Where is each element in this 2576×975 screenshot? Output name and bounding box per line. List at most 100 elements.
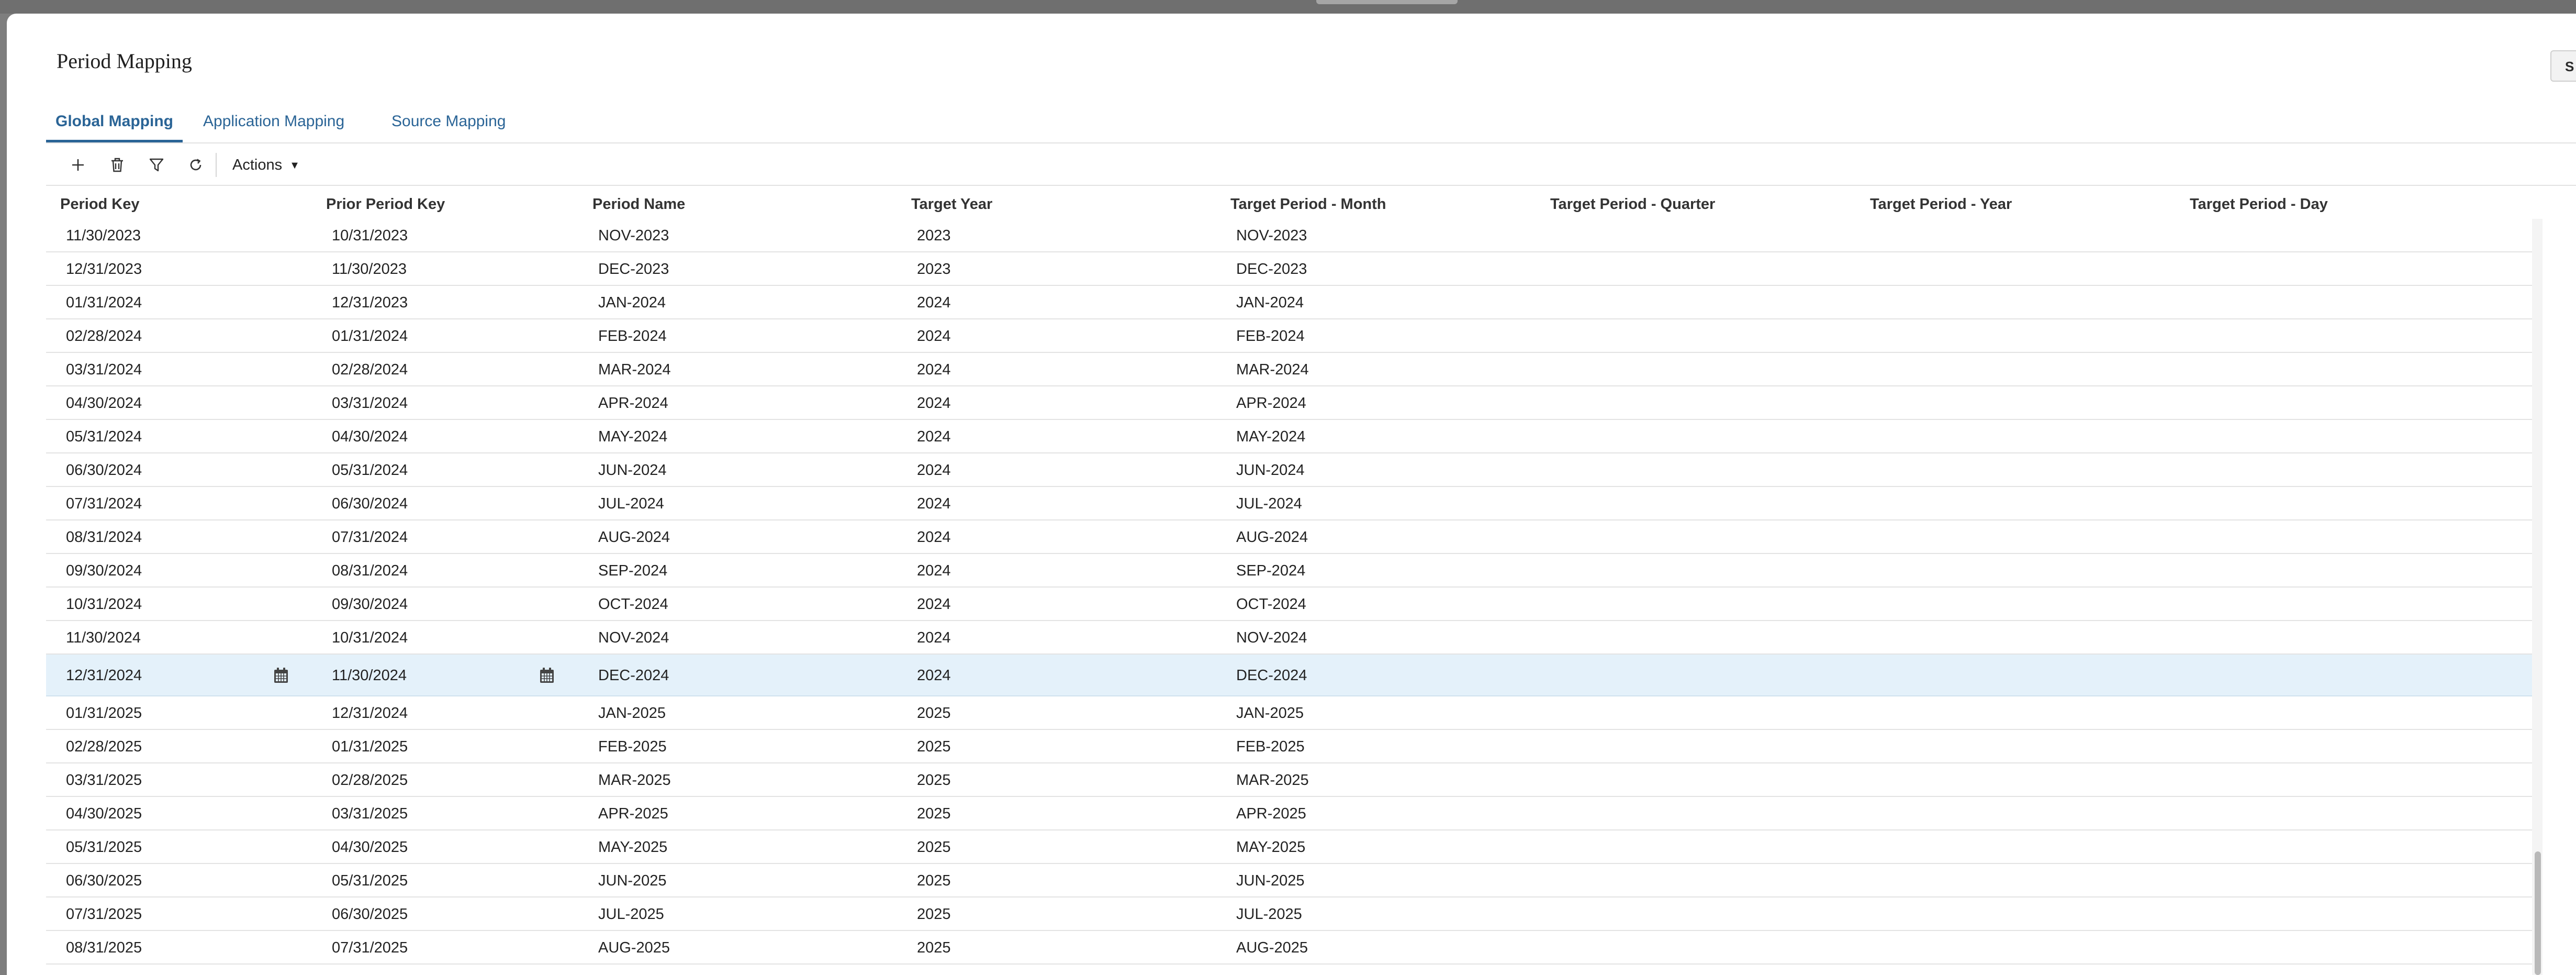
column-header-target-period-quarter[interactable]: Target Period - Quarter (1550, 186, 1715, 219)
cell-prior-period-key[interactable]: 02/28/2025 (332, 763, 408, 796)
cell-period-key[interactable]: 12/31/2024 (66, 655, 142, 695)
cell-target-period-month[interactable]: DEC-2024 (1236, 655, 1307, 695)
table-row[interactable]: 11/30/2023 10/31/2023 NOV-2023 2023 NOV-2023 (46, 219, 2532, 252)
cell-period-name[interactable]: AUG-2024 (598, 520, 670, 553)
cell-prior-period-key[interactable]: 04/30/2025 (332, 830, 408, 863)
cell-target-year[interactable]: 2025 (917, 797, 951, 829)
cell-period-key[interactable]: 07/31/2025 (66, 898, 142, 930)
cell-prior-period-key[interactable]: 06/30/2025 (332, 898, 408, 930)
table-row[interactable]: 04/30/2024 03/31/2024 APR-2024 2024 APR-2024 (46, 386, 2532, 420)
table-row[interactable]: 08/31/2025 07/31/2025 AUG-2025 2025 AUG-2025 (46, 931, 2532, 965)
cell-target-period-month[interactable]: MAR-2025 (1236, 763, 1309, 796)
cell-prior-period-key[interactable]: 12/31/2024 (332, 696, 408, 729)
cell-period-key[interactable]: 11/30/2024 (66, 621, 141, 653)
column-header-target-period-year[interactable]: Target Period - Year (1870, 186, 2012, 219)
cell-period-name[interactable]: APR-2025 (598, 797, 668, 829)
cell-target-period-month[interactable]: JUL-2025 (1236, 898, 1302, 930)
column-header-target-year[interactable]: Target Year (911, 186, 992, 219)
cell-period-key[interactable]: 01/31/2024 (66, 286, 142, 318)
cell-period-key[interactable]: 01/31/2025 (66, 696, 142, 729)
plus-icon[interactable] (63, 151, 93, 179)
cell-period-key[interactable]: 11/30/2023 (66, 219, 141, 251)
tab-application-mapping[interactable]: Application Mapping (203, 100, 344, 140)
trash-icon[interactable] (102, 151, 132, 179)
cell-period-key[interactable]: 06/30/2025 (66, 864, 142, 896)
cell-prior-period-key[interactable]: 04/30/2024 (332, 420, 408, 452)
tab-source-mapping[interactable]: Source Mapping (391, 100, 506, 140)
cell-target-period-month[interactable]: JUN-2024 (1236, 453, 1305, 486)
cell-period-name[interactable]: DEC-2024 (598, 655, 669, 695)
scrollbar-thumb[interactable] (2535, 851, 2541, 975)
cell-target-year[interactable]: 2025 (917, 864, 951, 896)
cell-period-name[interactable]: DEC-2023 (598, 252, 669, 285)
cell-target-year[interactable]: 2023 (917, 219, 951, 251)
cell-period-name[interactable]: MAR-2025 (598, 763, 671, 796)
table-row[interactable]: 06/30/2025 05/31/2025 JUN-2025 2025 JUN-2025 (46, 864, 2532, 898)
cell-prior-period-key[interactable]: 06/30/2024 (332, 487, 408, 519)
cell-period-key[interactable]: 07/31/2024 (66, 487, 142, 519)
cell-target-year[interactable]: 2024 (917, 286, 951, 318)
table-row[interactable]: 04/30/2025 03/31/2025 APR-2025 2025 APR-2025 (46, 797, 2532, 830)
table-row[interactable]: 02/28/2025 01/31/2025 FEB-2025 2025 FEB-2025 (46, 730, 2532, 763)
table-row-selected[interactable]: 12/31/2024 11/30/2024 DEC-2024 2024 DEC-2024 (46, 655, 2532, 696)
cell-period-name[interactable]: MAY-2024 (598, 420, 667, 452)
cell-period-name[interactable]: FEB-2024 (598, 319, 667, 352)
cell-target-year[interactable]: 2024 (917, 420, 951, 452)
cell-target-year[interactable]: 2024 (917, 554, 951, 586)
cell-period-name[interactable]: JAN-2024 (598, 286, 666, 318)
cell-prior-period-key[interactable]: 11/30/2023 (332, 252, 407, 285)
table-row[interactable]: 01/31/2025 12/31/2024 JAN-2025 2025 JAN-2025 (46, 696, 2532, 730)
cell-target-year[interactable]: 2025 (917, 931, 951, 963)
cell-target-period-month[interactable]: SEP-2024 (1236, 554, 1305, 586)
cell-target-period-month[interactable]: FEB-2024 (1236, 319, 1305, 352)
cell-period-key[interactable]: 05/31/2024 (66, 420, 142, 452)
cell-target-period-month[interactable]: AUG-2025 (1236, 931, 1308, 963)
cell-target-year[interactable]: 2025 (917, 830, 951, 863)
table-row[interactable]: 10/31/2024 09/30/2024 OCT-2024 2024 OCT-2024 (46, 588, 2532, 621)
cell-period-name[interactable]: APR-2024 (598, 386, 668, 419)
cell-target-period-month[interactable]: NOV-2024 (1236, 621, 1307, 653)
cell-target-year[interactable]: 2024 (917, 520, 951, 553)
cell-period-name[interactable]: NOV-2023 (598, 219, 669, 251)
cell-target-year[interactable]: 2023 (917, 252, 951, 285)
cell-period-key[interactable]: 04/30/2024 (66, 386, 142, 419)
cell-period-key[interactable]: 09/30/2024 (66, 554, 142, 586)
cell-period-name[interactable]: JAN-2025 (598, 696, 666, 729)
cell-period-key[interactable]: 05/31/2025 (66, 830, 142, 863)
cell-period-key[interactable]: 03/31/2025 (66, 763, 142, 796)
table-row[interactable]: 11/30/2024 10/31/2024 NOV-2024 2024 NOV-2024 (46, 621, 2532, 655)
table-row[interactable]: 12/31/2023 11/30/2023 DEC-2023 2023 DEC-2023 (46, 252, 2532, 286)
cell-period-key[interactable]: 10/31/2024 (66, 588, 142, 620)
cell-target-year[interactable]: 2024 (917, 655, 951, 695)
column-header-target-period-day[interactable]: Target Period - Day (2190, 186, 2328, 219)
cell-period-key[interactable]: 08/31/2025 (66, 931, 142, 963)
table-row[interactable]: 06/30/2024 05/31/2024 JUN-2024 2024 JUN-2024 (46, 453, 2532, 487)
refresh-icon[interactable] (181, 151, 211, 179)
cell-prior-period-key[interactable]: 01/31/2025 (332, 730, 408, 762)
table-row[interactable]: 05/31/2024 04/30/2024 MAY-2024 2024 MAY-2024 (46, 420, 2532, 453)
cell-period-name[interactable]: JUN-2025 (598, 864, 667, 896)
cell-period-name[interactable]: NOV-2024 (598, 621, 669, 653)
cell-period-name[interactable]: MAR-2024 (598, 353, 671, 385)
column-header-target-period-month[interactable]: Target Period - Month (1230, 186, 1386, 219)
cell-prior-period-key[interactable]: 01/31/2024 (332, 319, 408, 352)
table-row[interactable]: 08/31/2024 07/31/2024 AUG-2024 2024 AUG-2024 (46, 520, 2532, 554)
cell-prior-period-key[interactable]: 10/31/2024 (332, 621, 408, 653)
cell-period-name[interactable]: AUG-2025 (598, 931, 670, 963)
table-row[interactable]: 03/31/2025 02/28/2025 MAR-2025 2025 MAR-2025 (46, 763, 2532, 797)
cell-target-period-month[interactable]: JAN-2024 (1236, 286, 1304, 318)
cell-target-year[interactable]: 2025 (917, 730, 951, 762)
cell-target-year[interactable]: 2024 (917, 386, 951, 419)
cell-target-year[interactable]: 2025 (917, 898, 951, 930)
table-row[interactable]: 02/28/2024 01/31/2024 FEB-2024 2024 FEB-2024 (46, 319, 2532, 353)
cell-prior-period-key[interactable]: 07/31/2025 (332, 931, 408, 963)
save-button[interactable]: S (2550, 50, 2576, 82)
cell-period-key[interactable]: 06/30/2024 (66, 453, 142, 486)
table-row[interactable]: 03/31/2024 02/28/2024 MAR-2024 2024 MAR-2024 (46, 353, 2532, 386)
cell-target-period-month[interactable]: FEB-2025 (1236, 730, 1305, 762)
tab-global-mapping[interactable]: Global Mapping (46, 100, 183, 142)
cell-target-period-month[interactable]: JUN-2025 (1236, 864, 1305, 896)
cell-prior-period-key[interactable]: 05/31/2025 (332, 864, 408, 896)
cell-prior-period-key[interactable]: 12/31/2023 (332, 286, 408, 318)
cell-period-key[interactable]: 04/30/2025 (66, 797, 142, 829)
